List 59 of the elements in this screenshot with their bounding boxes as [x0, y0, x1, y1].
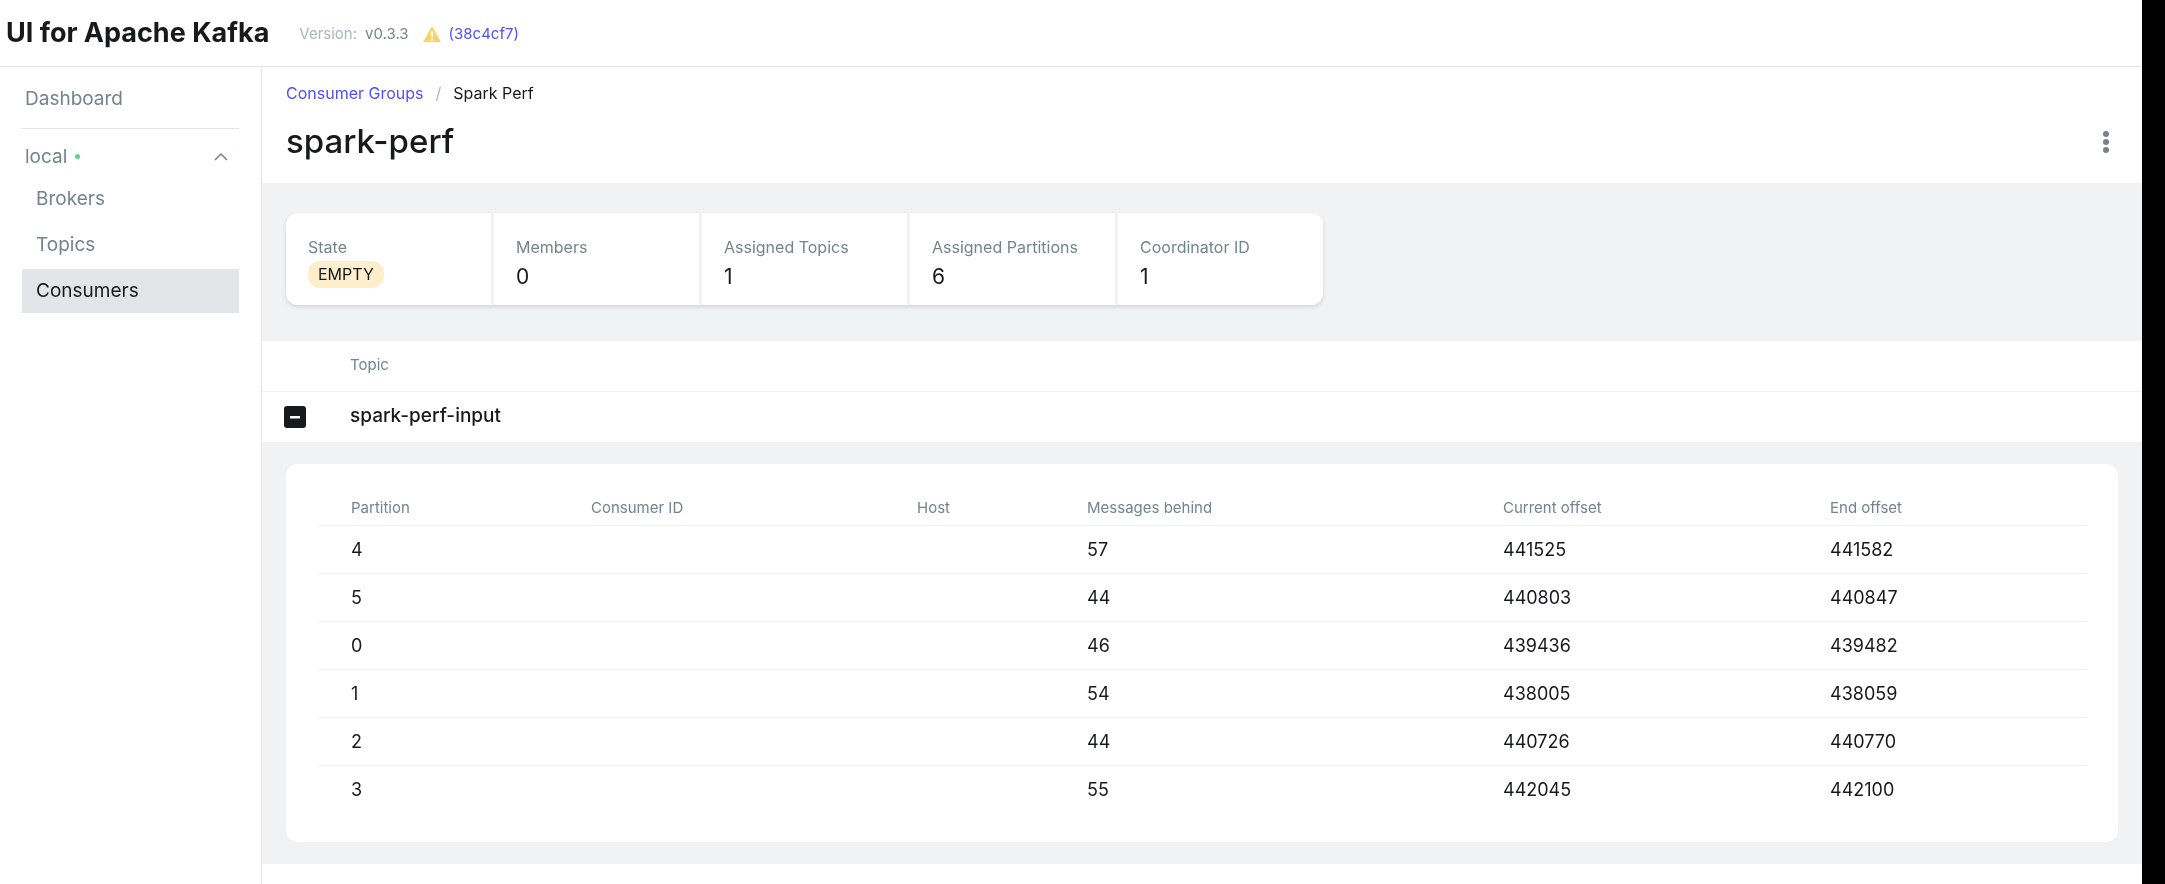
version-text: v0.3.3 [365, 22, 409, 45]
warning-icon [422, 26, 441, 42]
app-title: UI for Apache Kafka [6, 14, 270, 51]
sidebar-item[interactable]: Brokers [22, 177, 239, 221]
topic-name: spark-perf-input [350, 403, 501, 430]
breadcrumb-current: Spark Perf [453, 82, 534, 105]
table-cell: 5 [351, 586, 362, 608]
table-cell: 57 [1087, 538, 1109, 560]
column-header: Host [917, 497, 950, 517]
breadcrumb-link[interactable]: Consumer Groups [286, 81, 424, 105]
sidebar-item[interactable]: Topics [22, 223, 239, 267]
state-badge: EMPTY [308, 260, 384, 288]
table-cell: 438059 [1830, 682, 1898, 704]
sidebar-item[interactable]: Dashboard [22, 81, 239, 118]
metric-label: Members [516, 235, 589, 259]
table-cell: 3 [351, 779, 363, 800]
metric-value: 1 [724, 262, 734, 291]
table-cell: 439482 [1830, 634, 1898, 656]
table-cell: 438005 [1503, 682, 1571, 704]
metric-label: Assigned Topics [724, 235, 850, 259]
table-cell: 442045 [1503, 779, 1572, 800]
chevron-icon[interactable] [214, 152, 228, 161]
sidebar-item[interactable]: Consumers [22, 269, 239, 313]
metric-value: 0 [516, 262, 531, 291]
column-header: Topic [350, 354, 389, 377]
column-header: Partition [351, 497, 410, 517]
table-cell: 46 [1087, 634, 1110, 656]
table-cell: 54 [1087, 682, 1110, 704]
metric-value: 6 [932, 262, 947, 291]
column-header: Messages behind [1087, 497, 1213, 517]
table-cell: 0 [351, 634, 363, 656]
breadcrumb-separator: / [435, 82, 442, 105]
table-cell: 442100 [1830, 779, 1895, 800]
table-cell: 440803 [1503, 586, 1572, 608]
column-header: End offset [1830, 497, 1903, 517]
metric-label: State [308, 235, 348, 259]
collapse-icon[interactable] [284, 405, 306, 428]
table-cell: 55 [1087, 779, 1109, 800]
commit-link[interactable]: (38c4cf7) [448, 22, 519, 46]
table-cell: 44 [1087, 730, 1111, 752]
table-cell: 440726 [1503, 730, 1570, 752]
metric-value: 1 [1140, 262, 1150, 291]
column-header: Current offset [1503, 497, 1602, 517]
table-cell: 441582 [1830, 538, 1894, 560]
column-header: Consumer ID [591, 497, 684, 517]
page-title: spark-perf [286, 120, 455, 163]
table-cell: 4 [351, 538, 363, 560]
table-cell: 441525 [1503, 538, 1567, 560]
version-label: Version: [299, 22, 358, 45]
cluster-name: local [25, 143, 68, 170]
table-cell: 440847 [1830, 586, 1898, 608]
table-cell: 2 [351, 730, 362, 752]
table-cell: 440770 [1830, 730, 1897, 752]
more-options-icon[interactable] [2102, 129, 2110, 154]
table-cell: 439436 [1503, 634, 1571, 656]
metric-label: Assigned Partitions [932, 235, 1079, 259]
table-cell: 44 [1087, 586, 1111, 608]
table-cell: 1 [351, 682, 359, 704]
metric-label: Coordinator ID [1140, 235, 1251, 259]
